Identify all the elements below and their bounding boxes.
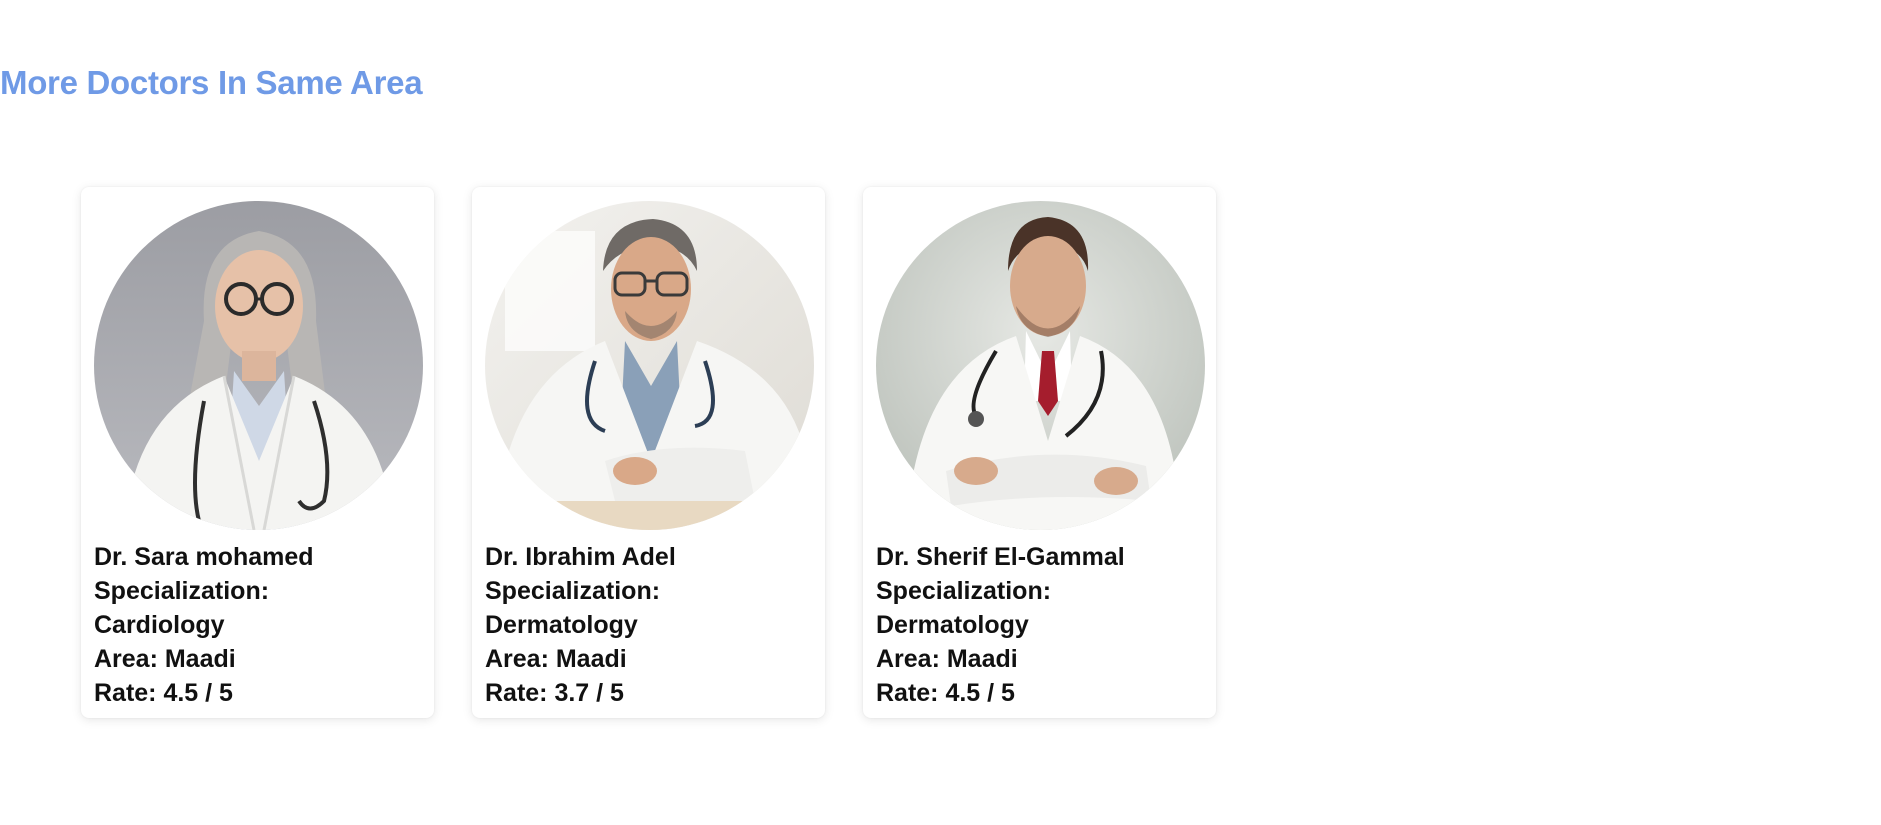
page: More Doctors In Same Area Dr. Sara moham… xyxy=(0,0,1881,825)
doctor-photo xyxy=(94,201,423,530)
doctor-rate: Rate: 3.7 / 5 xyxy=(485,679,624,707)
doctor-area: Area: Maadi xyxy=(876,645,1018,673)
doctor-rate: Rate: 4.5 / 5 xyxy=(876,679,1015,707)
specialization-value: Dermatology xyxy=(485,611,638,639)
specialization-label: Specialization: xyxy=(94,577,270,605)
doctor-info: Dr. Sara mohamed Specialization: Cardiol… xyxy=(94,540,421,710)
doctor-rate: Rate: 4.5 / 5 xyxy=(94,679,233,707)
doctor-photo xyxy=(485,201,814,530)
doctor-photo xyxy=(876,201,1205,530)
doctor-card[interactable]: Dr. Ibrahim Adel Specialization: Dermato… xyxy=(472,187,825,718)
section-title: More Doctors In Same Area xyxy=(0,64,423,101)
doctor-cards: Dr. Sara mohamed Specialization: Cardiol… xyxy=(81,187,1216,718)
specialization-value: Dermatology xyxy=(876,611,1029,639)
specialization-value: Cardiology xyxy=(94,611,225,639)
doctor-card[interactable]: Dr. Sherif El-Gammal Specialization: Der… xyxy=(863,187,1216,718)
doctor-name: Dr. Sherif El-Gammal xyxy=(876,543,1125,571)
doctor-info: Dr. Sherif El-Gammal Specialization: Der… xyxy=(876,540,1203,710)
doctor-card[interactable]: Dr. Sara mohamed Specialization: Cardiol… xyxy=(81,187,434,718)
doctor-name: Dr. Ibrahim Adel xyxy=(485,543,676,571)
doctor-name: Dr. Sara mohamed xyxy=(94,543,314,571)
specialization-label: Specialization: xyxy=(485,577,661,605)
specialization-label: Specialization: xyxy=(876,577,1052,605)
doctor-area: Area: Maadi xyxy=(94,645,236,673)
doctor-info: Dr. Ibrahim Adel Specialization: Dermato… xyxy=(485,540,812,710)
doctor-area: Area: Maadi xyxy=(485,645,627,673)
